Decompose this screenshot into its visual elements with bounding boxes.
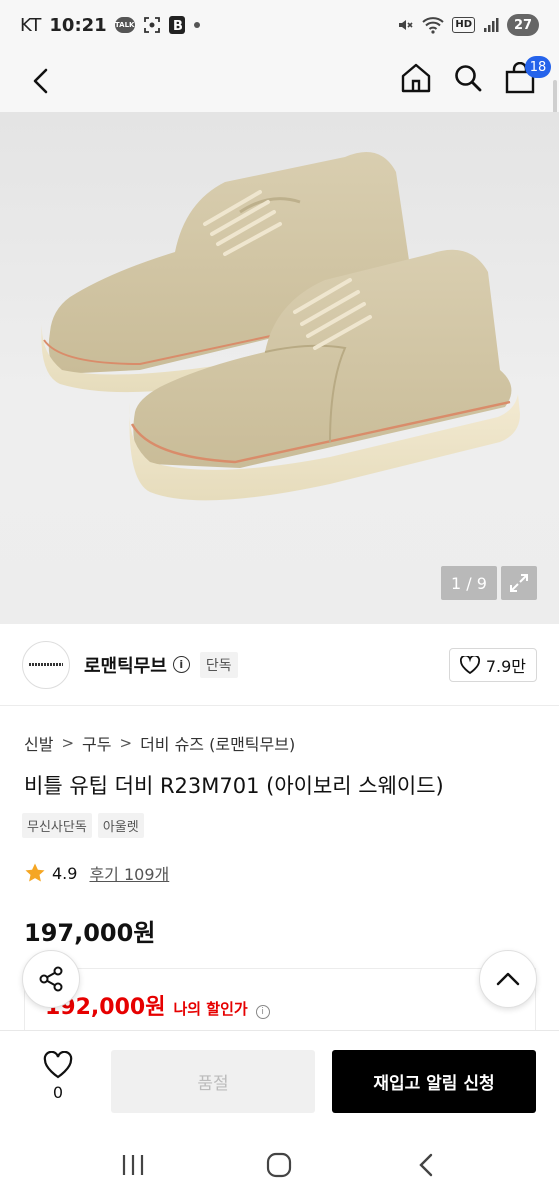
wish-count: 0	[52, 1083, 64, 1102]
wifi-icon	[422, 16, 444, 34]
cart-count-badge: 18	[525, 56, 551, 78]
brand-row: 로맨틱무브 i 단독 7.9만	[0, 624, 559, 706]
kakaotalk-icon: TALK	[114, 17, 135, 33]
brand-logo[interactable]	[22, 640, 70, 689]
rating-row: 4.9 후기 109개	[24, 861, 169, 885]
discount-label: 나의 할인가	[173, 1000, 248, 1018]
scroll-top-button[interactable]	[479, 950, 537, 1008]
hd-voice-icon: HD	[452, 17, 475, 33]
star-icon	[25, 863, 45, 882]
status-right: HD 27	[396, 14, 539, 36]
system-nav-bar	[0, 1130, 559, 1200]
tag: 아울렛	[97, 813, 144, 838]
recent-apps-button[interactable]	[113, 1145, 153, 1185]
svg-text:B: B	[173, 19, 183, 34]
shoe-product-image	[41, 152, 520, 501]
heart-icon	[43, 1051, 73, 1079]
battery-icon: 27	[507, 14, 539, 36]
tag: 무신사단독	[22, 813, 92, 838]
discount-box[interactable]: 192,000원 나의 할인가 i	[24, 968, 536, 1038]
info-icon[interactable]: i	[172, 656, 190, 673]
review-link[interactable]: 후기 109개	[89, 861, 169, 885]
screenshot-icon	[143, 16, 161, 34]
breadcrumb-item[interactable]: 구두	[82, 731, 111, 755]
breadcrumb-item[interactable]: 신발	[24, 731, 53, 755]
status-left: KT 10:21 TALK B	[20, 15, 201, 36]
brand-like-button[interactable]: 7.9만	[448, 647, 537, 682]
rating-score: 4.9	[52, 863, 78, 883]
product-title: 비틀 유팁 더비 R23M701 (아이보리 스웨이드)	[24, 774, 444, 798]
home-icon	[401, 63, 431, 93]
home-nav-button[interactable]	[259, 1145, 299, 1185]
image-counter: 1 / 9	[441, 566, 497, 600]
chevron-right-icon: >	[61, 734, 75, 752]
mute-icon	[396, 16, 414, 34]
signal-icon	[483, 17, 499, 33]
wish-button[interactable]: 0	[36, 1051, 80, 1102]
info-icon[interactable]: i	[255, 1005, 270, 1019]
carrier-label: KT	[20, 14, 42, 36]
back-icon	[33, 68, 48, 94]
back-nav-icon	[419, 1153, 433, 1177]
home-circle-icon	[267, 1152, 292, 1178]
bottom-action-bar: 0 품절 재입고 알림 신청	[0, 1030, 559, 1130]
search-icon	[455, 65, 482, 92]
expand-image-button[interactable]	[501, 566, 537, 600]
cart-button[interactable]: 18	[503, 56, 551, 98]
breadcrumb: 신발 > 구두 > 더비 슈즈 (로맨틱무브)	[24, 731, 295, 755]
brand-name[interactable]: 로맨틱무브	[84, 652, 167, 678]
heart-icon	[459, 655, 480, 674]
recent-apps-icon	[123, 1155, 144, 1175]
share-button[interactable]	[22, 950, 80, 1008]
discount-line: 192,000원 나의 할인가 i	[45, 989, 270, 1021]
clock: 10:21	[49, 14, 107, 36]
share-icon	[39, 966, 63, 992]
expand-icon	[510, 574, 528, 592]
back-nav-button[interactable]	[406, 1145, 446, 1185]
search-button[interactable]	[451, 58, 485, 98]
chevron-up-icon	[496, 972, 520, 986]
header-actions: 18	[399, 56, 551, 98]
product-price: 197,000원	[24, 919, 156, 947]
brand-like-count: 7.9만	[485, 656, 526, 676]
chevron-right-icon: >	[119, 734, 133, 752]
app-header: 18	[0, 50, 559, 112]
soldout-button: 품절	[111, 1050, 315, 1113]
b-app-icon: B	[168, 16, 185, 34]
product-tags: 무신사단독 아울렛	[22, 813, 144, 838]
exclusive-badge: 단독	[199, 651, 238, 678]
home-button[interactable]	[399, 58, 433, 98]
restock-alert-button[interactable]: 재입고 알림 신청	[332, 1050, 536, 1113]
status-bar: KT 10:21 TALK B HD 27	[0, 0, 559, 50]
notification-dot-icon	[193, 21, 201, 29]
product-image-gallery[interactable]: 1 / 9	[0, 112, 559, 624]
breadcrumb-item[interactable]: 더비 슈즈 (로맨틱무브)	[140, 731, 295, 755]
back-button[interactable]	[24, 64, 58, 98]
